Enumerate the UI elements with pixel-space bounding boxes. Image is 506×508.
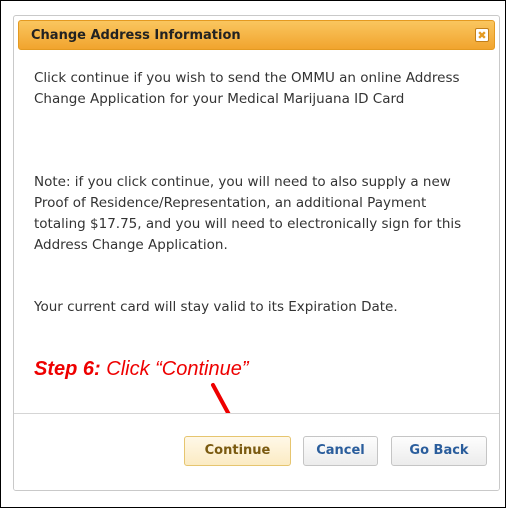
go-back-button[interactable]: Go Back [391,436,487,466]
step-text: Click “Continue” [100,358,249,380]
info-paragraph: Click continue if you wish to send the O… [34,70,460,107]
continue-button[interactable]: Continue [184,436,291,466]
dialog-titlebar: Change Address Information ✖ [18,20,495,50]
close-icon[interactable]: ✖ [475,28,489,42]
step-label: Step 6: [34,358,101,380]
change-address-dialog: Change Address Information ✖ Click conti… [13,15,500,491]
validity-paragraph: Your current card will stay valid to its… [34,299,398,315]
step-annotation: Step 6: Click “Continue” [34,358,249,381]
dialog-button-bar: Continue Cancel Go Back [14,413,499,490]
dialog-title: Change Address Information [31,28,241,43]
screenshot-frame: Change Address Information ✖ Click conti… [0,0,506,508]
note-paragraph: Note: if you click continue, you will ne… [34,174,462,253]
cancel-button[interactable]: Cancel [303,436,378,466]
